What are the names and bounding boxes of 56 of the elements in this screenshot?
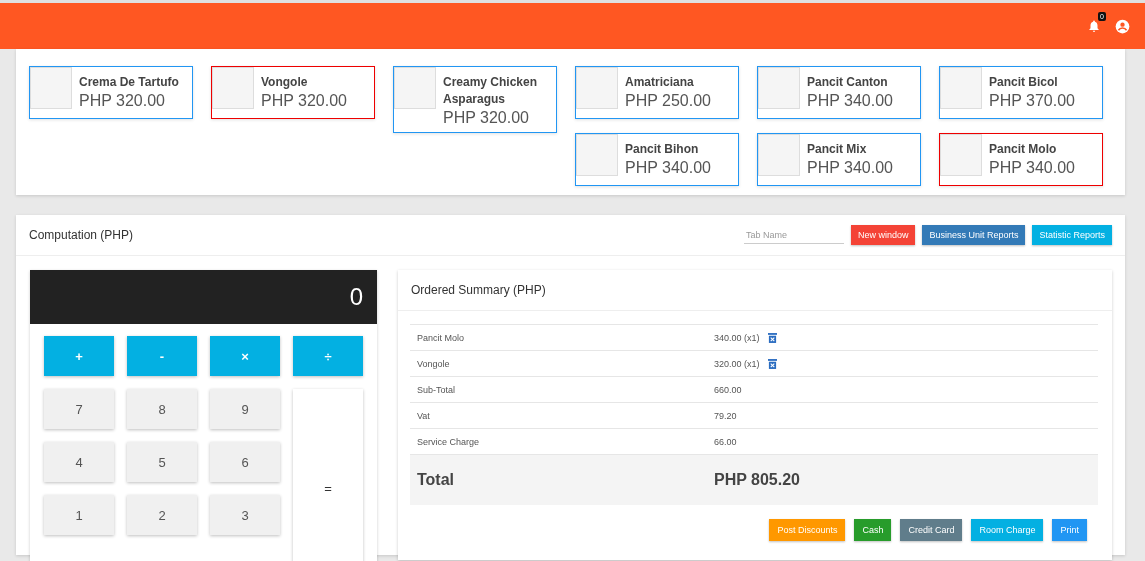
row-value: 320.00 (x1) xyxy=(714,358,760,369)
product-name: Crema De Tartufo xyxy=(79,74,179,91)
product-card[interactable]: Pancit Bihon PHP 340.00 xyxy=(575,133,739,186)
product-price: PHP 340.00 xyxy=(807,91,893,111)
product-price: PHP 320.00 xyxy=(261,91,347,111)
row-label: Service Charge xyxy=(417,436,481,447)
product-card[interactable]: Creamy Chicken Asparagus PHP 320.00 xyxy=(393,66,557,133)
payment-button[interactable]: Credit Card xyxy=(900,519,963,541)
product-name: Amatriciana xyxy=(625,74,695,91)
calculator-key[interactable]: 6 xyxy=(210,442,280,482)
calculator-key[interactable]: 1 xyxy=(44,495,114,535)
summary-title: Ordered Summary (PHP) xyxy=(411,283,546,297)
calculator-display: 0 xyxy=(30,270,377,324)
calculator-key[interactable]: 2 xyxy=(127,495,197,535)
row-label: Vongole xyxy=(417,358,451,369)
product-name: Pancit Bihon xyxy=(625,141,700,158)
panel-title: Computation (PHP) xyxy=(29,228,134,242)
calculator-key[interactable]: 8 xyxy=(127,389,197,429)
product-price: PHP 340.00 xyxy=(989,158,1075,178)
product-price: PHP 340.00 xyxy=(625,158,711,178)
calculator-key[interactable]: 9 xyxy=(210,389,280,429)
report-button[interactable]: New window xyxy=(850,225,916,245)
product-card[interactable]: Vongole PHP 320.00 xyxy=(211,66,375,119)
product-name: Pancit Mix xyxy=(807,141,868,158)
product-card[interactable]: Pancit Molo PHP 340.00 xyxy=(939,133,1103,186)
product-card[interactable]: Amatriciana PHP 250.00 xyxy=(575,66,739,119)
product-price: PHP 340.00 xyxy=(807,158,893,178)
calculator-key[interactable]: 3 xyxy=(210,495,280,535)
product-card[interactable]: Pancit Bicol PHP 370.00 xyxy=(939,66,1103,119)
product-card[interactable]: Crema De Tartufo PHP 320.00 xyxy=(29,66,193,119)
payment-button[interactable]: Cash xyxy=(854,519,892,541)
calculator-key[interactable]: 7 xyxy=(44,389,114,429)
total-label: Total xyxy=(417,471,456,489)
row-value: 660.00 xyxy=(714,384,742,395)
product-name: Vongole xyxy=(261,74,309,91)
product-price: PHP 250.00 xyxy=(625,91,711,111)
row-value: 79.20 xyxy=(714,410,737,421)
product-name: Creamy Chicken Asparagus xyxy=(443,74,539,108)
row-value: 340.00 (x1) xyxy=(714,332,760,343)
calculator-key[interactable]: 5 xyxy=(127,442,197,482)
product-card[interactable]: Pancit Mix PHP 340.00 xyxy=(757,133,921,186)
product-name: Pancit Bicol xyxy=(989,74,1059,91)
calculator-key[interactable]: = xyxy=(293,389,363,561)
product-card[interactable]: Pancit Canton PHP 340.00 xyxy=(757,66,921,119)
product-name: Pancit Canton xyxy=(807,74,889,91)
calculator-key[interactable]: 4 xyxy=(44,442,114,482)
product-price: PHP 320.00 xyxy=(79,91,166,111)
product-price: PHP 370.00 xyxy=(989,91,1075,111)
row-label: Pancit Molo xyxy=(417,332,466,343)
product-name: Pancit Molo xyxy=(989,141,1058,158)
row-label: Vat xyxy=(417,410,431,421)
total-value: PHP 805.20 xyxy=(714,471,800,489)
report-button[interactable]: Business Unit Reports xyxy=(922,225,1026,245)
row-label: Sub-Total xyxy=(417,384,457,395)
row-value: 66.00 xyxy=(714,436,737,447)
product-price: PHP 320.00 xyxy=(443,108,530,128)
